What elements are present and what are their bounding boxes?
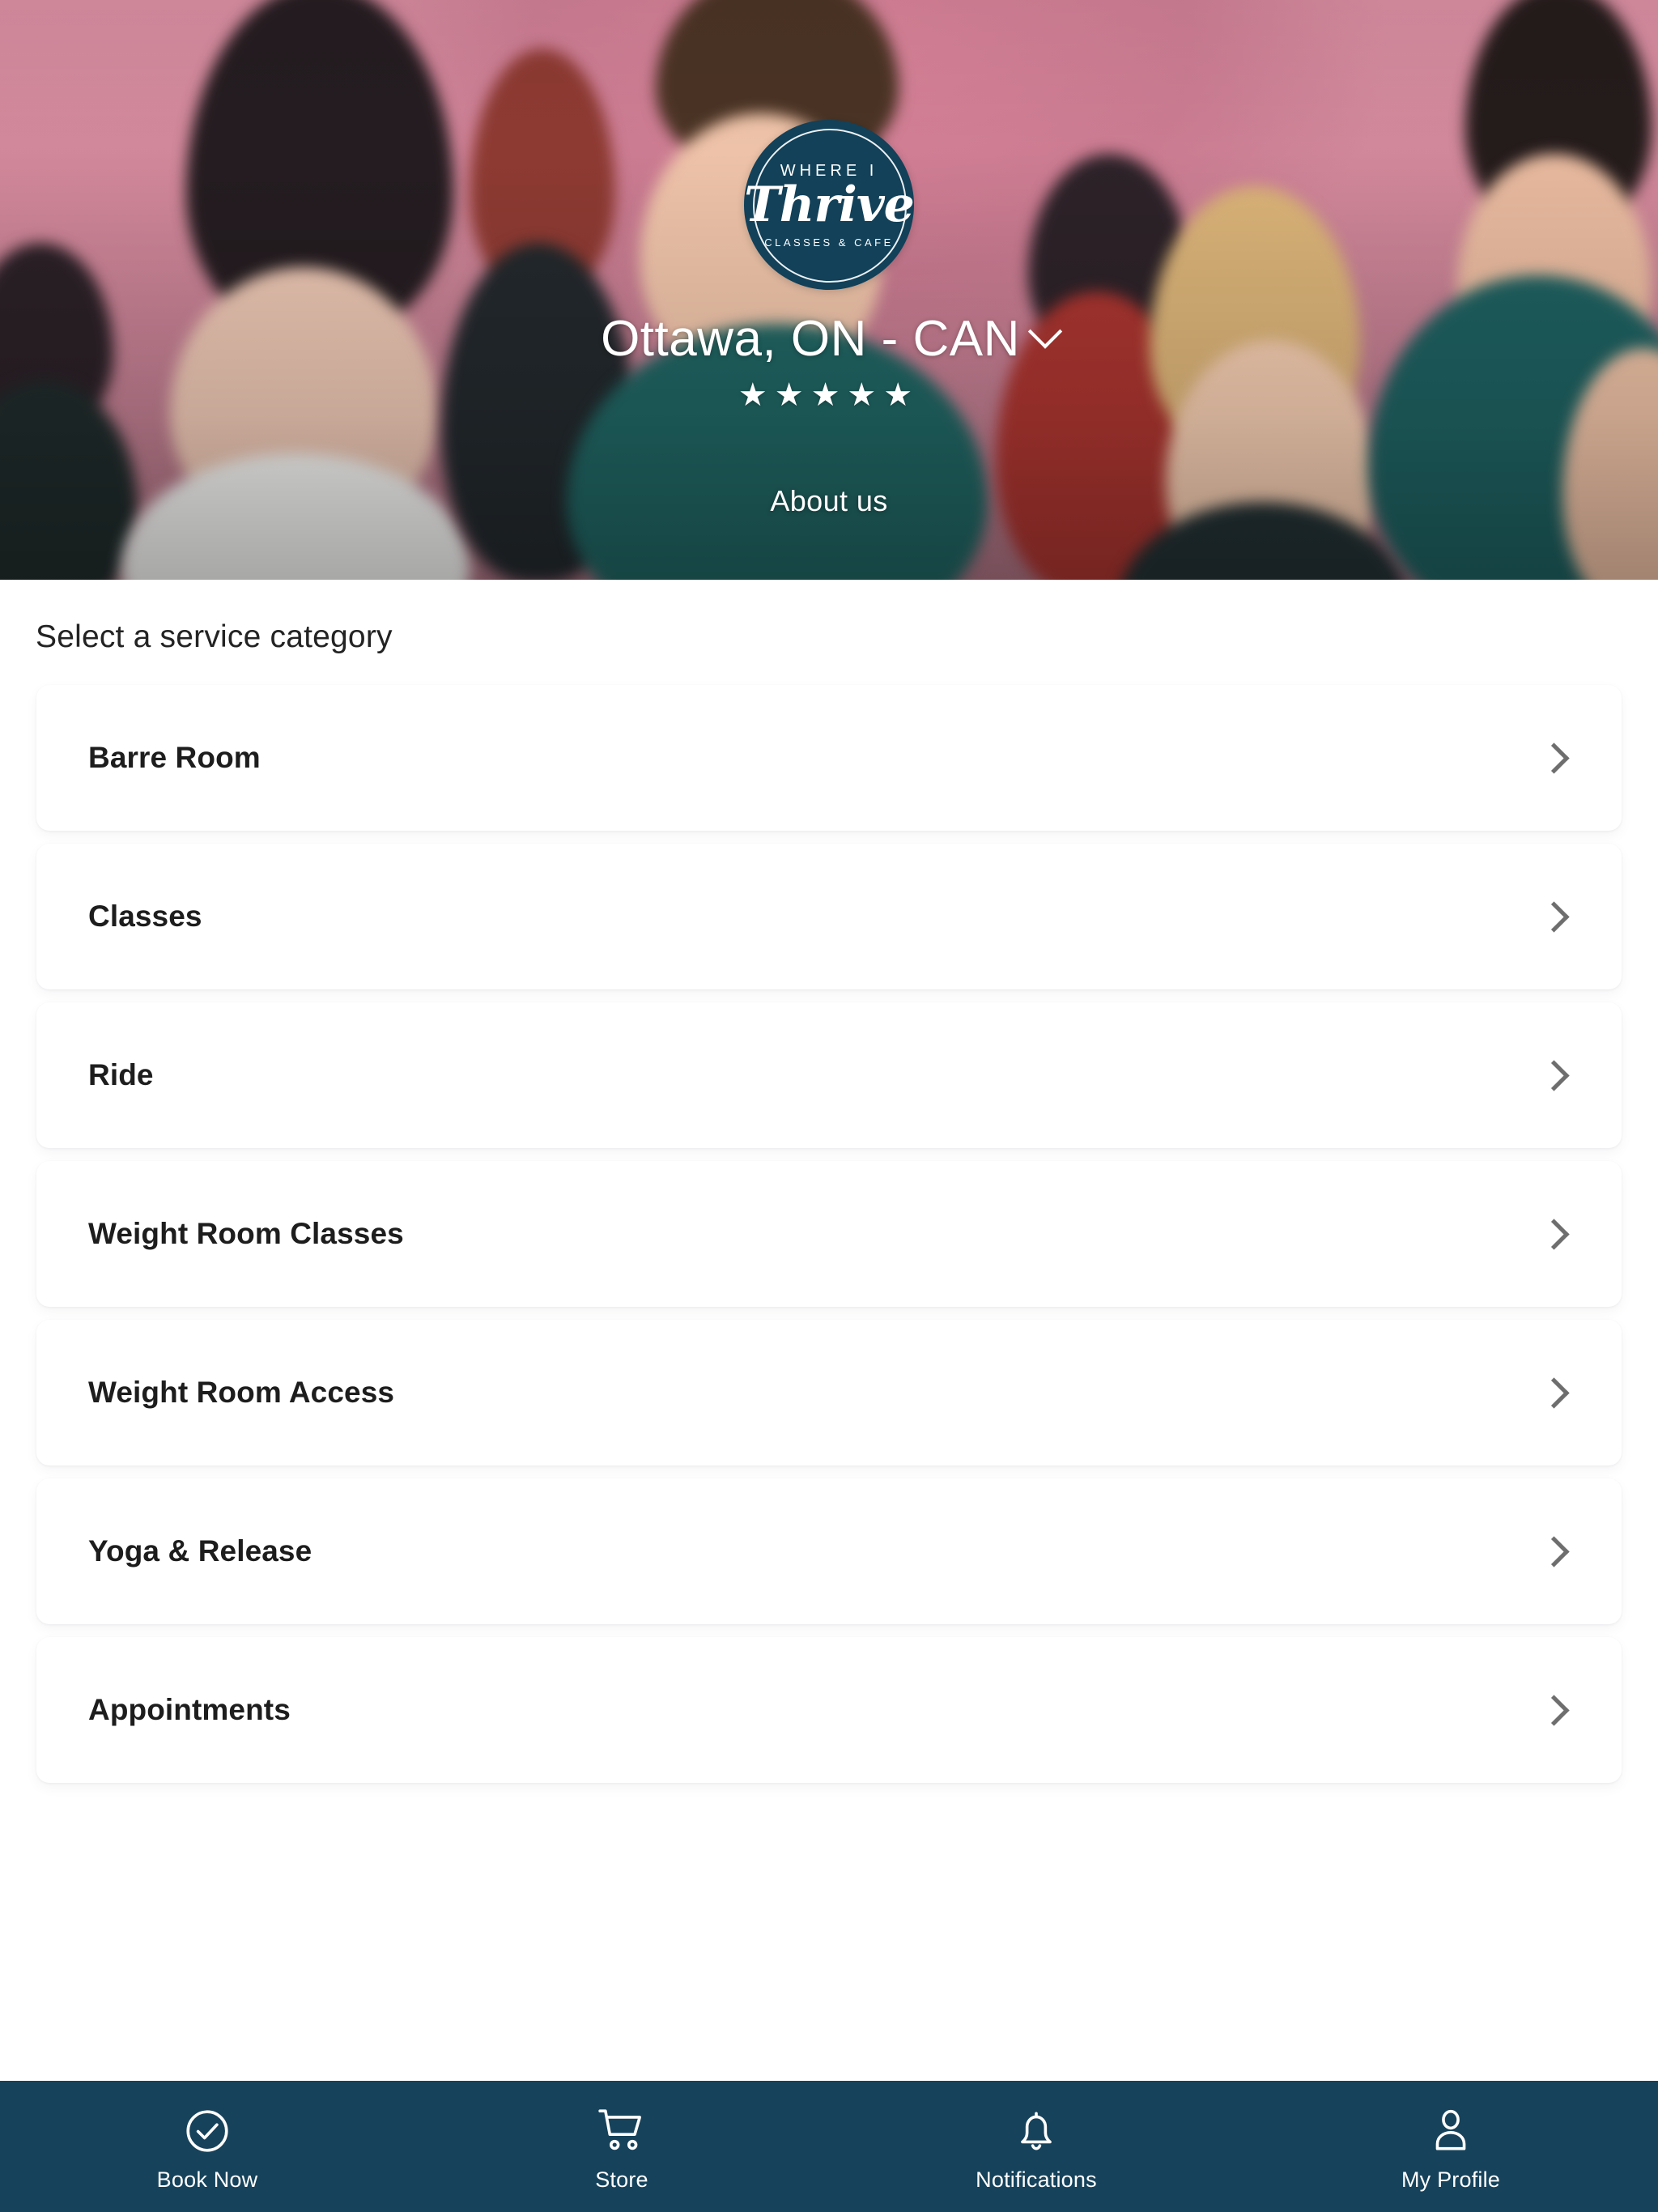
service-category-card[interactable]: Classes [0,844,1658,1002]
service-category-card[interactable]: Weight Room Classes [0,1161,1658,1320]
service-category-card[interactable]: Appointments [0,1637,1658,1796]
location-selector[interactable]: Ottawa, ON - CAN [0,308,1658,369]
chevron-right-icon [1538,1694,1570,1726]
service-category-label: Weight Room Access [88,1376,395,1409]
chevron-down-icon [1027,314,1063,349]
check-circle-icon [182,2106,232,2156]
person-icon [1426,2106,1476,2156]
nav-item-label: Notifications [976,2167,1097,2192]
service-category-label: Appointments [88,1693,291,1726]
service-category-list: Barre Room Classes Ride Weight Room Classes… [0,685,1658,1796]
service-category-label: Weight Room Classes [88,1217,404,1250]
service-category-label: Ride [88,1058,154,1091]
chevron-right-icon [1538,900,1570,933]
brand-logo: WHERE I Thrive CLASSES & CAFE [744,120,915,290]
service-category-card[interactable]: Barre Room [0,685,1658,844]
location-title: Ottawa, ON - CAN [601,310,1020,367]
nav-item-label: Book Now [156,2167,258,2192]
hero-banner: WHERE I Thrive CLASSES & CAFE Ottawa, ON… [0,0,1658,580]
bell-icon [1011,2106,1061,2156]
shopping-cart-icon [597,2106,647,2156]
chevron-right-icon [1538,1535,1570,1568]
chevron-right-icon [1538,742,1570,774]
nav-item-label: Store [595,2167,648,2192]
service-category-card[interactable]: Weight Room Access [0,1320,1658,1478]
nav-item-label: My Profile [1401,2167,1501,2192]
about-us-link[interactable]: About us [0,484,1658,518]
page-title: Select a service category [36,619,393,654]
chevron-right-icon [1538,1376,1570,1409]
nav-item-notifications[interactable]: Notifications [829,2081,1244,2212]
nav-item-store[interactable]: Store [414,2081,829,2212]
service-category-label: Classes [88,900,202,933]
bottom-navigation-bar: Book Now Store Notifications My Profile [0,2081,1658,2212]
chevron-right-icon [1538,1059,1570,1091]
service-category-card[interactable]: Ride [0,1002,1658,1161]
main-content: Select a service category Barre Room Clas… [0,580,1658,2081]
chevron-right-icon [1538,1218,1570,1250]
logo-bottom-text: CLASSES & CAFE [764,236,894,249]
service-category-card[interactable]: Yoga & Release [0,1478,1658,1637]
nav-item-book-now[interactable]: Book Now [0,2081,414,2212]
nav-item-my-profile[interactable]: My Profile [1244,2081,1658,2212]
service-category-label: Yoga & Release [88,1534,312,1568]
rating-stars: ★★★★★ [738,377,920,413]
logo-script-text: Thrive [744,176,915,233]
service-category-label: Barre Room [88,741,261,774]
